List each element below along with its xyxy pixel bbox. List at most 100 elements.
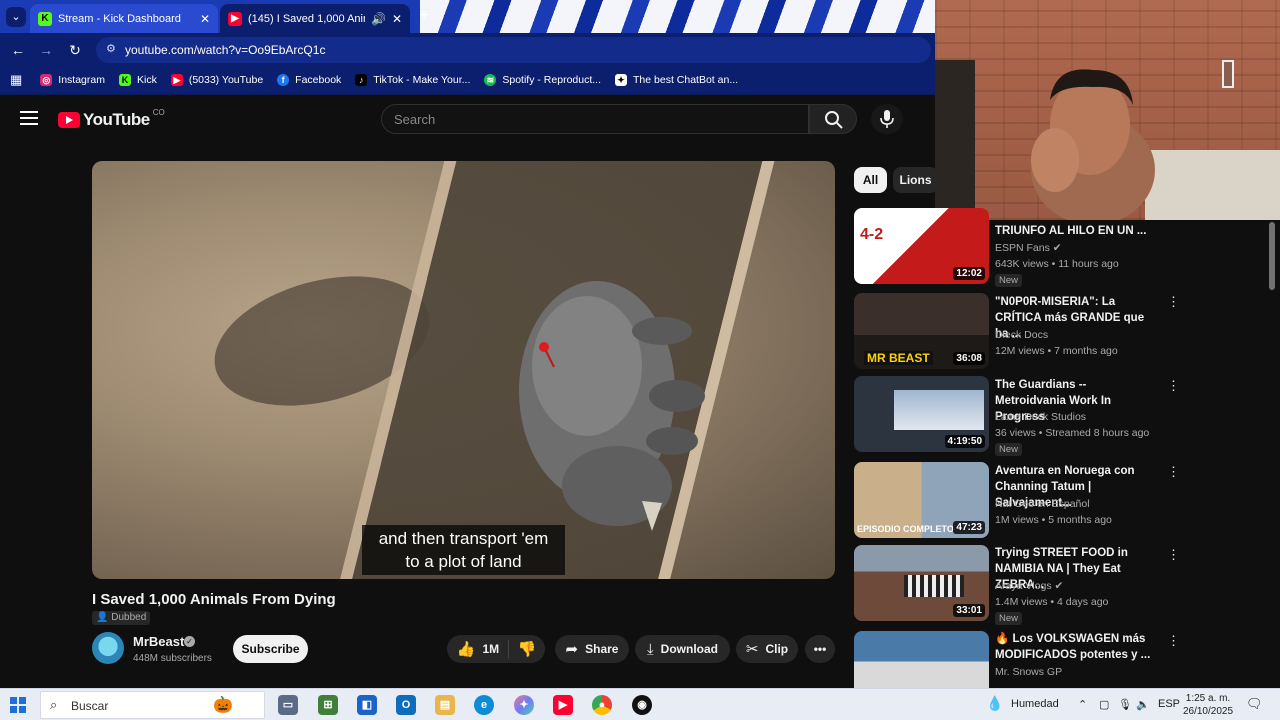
- recommendation-item[interactable]: MR BEAST 36:08 "N0P0R-MISERIA": La CRÍTI…: [854, 293, 1184, 369]
- video-duration: 47:23: [953, 521, 985, 534]
- bookmark-kick[interactable]: K Kick: [118, 73, 157, 86]
- outlook-icon[interactable]: O: [396, 695, 416, 715]
- store-icon[interactable]: ◧: [357, 695, 377, 715]
- windows-start-icon[interactable]: [10, 697, 26, 713]
- video-thumbnail[interactable]: 4-2 12:02: [854, 208, 989, 284]
- bookmark-chatbot[interactable]: ✦ The best ChatBot an...: [615, 73, 739, 86]
- chevron-up-icon[interactable]: ⌃: [1078, 698, 1087, 711]
- browser-tab-bar: ⌄ K Stream - Kick Dashboard ✕ ▶ (145) I …: [0, 0, 935, 33]
- video-thumbnail[interactable]: 33:01: [854, 545, 989, 621]
- bookmark-label: TikTok - Make Your...: [373, 73, 471, 86]
- tiktok-icon: ♪: [355, 73, 368, 86]
- tablet-icon[interactable]: ▢: [1099, 698, 1109, 711]
- subscriber-count: 448M subscribers: [133, 653, 212, 664]
- search-input[interactable]: Search: [381, 104, 809, 134]
- chrome-icon[interactable]: ●: [592, 695, 612, 715]
- kick-icon: K: [38, 11, 52, 26]
- bookmark-facebook[interactable]: f Facebook: [277, 73, 342, 86]
- bookmark-label: The best ChatBot an...: [633, 73, 739, 86]
- notification-icon[interactable]: 🗨: [1246, 696, 1263, 712]
- video-subtitle: and then transport 'em to a plot of land: [362, 525, 565, 575]
- rec-channel: Nat Geo en Español: [995, 498, 1090, 510]
- share-icon: ➦: [565, 641, 579, 658]
- widgets-icon[interactable]: ⊞: [318, 695, 338, 715]
- bookmark-youtube[interactable]: ▶ (5033) YouTube: [170, 73, 263, 86]
- recommendation-item[interactable]: 4:19:50 The Guardians -- Metroidvania Wo…: [854, 376, 1184, 456]
- new-tab-button[interactable]: +: [415, 7, 433, 25]
- clip-button[interactable]: ✂ Clip: [736, 635, 798, 663]
- dislike-button[interactable]: 👎: [509, 635, 545, 663]
- video-frame-rhino: [519, 281, 705, 531]
- bookmark-instagram[interactable]: ◎ Instagram: [40, 73, 105, 86]
- more-vertical-icon[interactable]: ⋮: [1167, 465, 1180, 478]
- microphone-icon[interactable]: 🎙: [1118, 698, 1132, 711]
- url-omnibox[interactable]: ⚙ youtube.com/watch?v=Oo9EbArcQ1c: [96, 37, 931, 63]
- bookmark-tiktok[interactable]: ♪ TikTok - Make Your...: [355, 73, 471, 86]
- video-thumbnail[interactable]: [854, 631, 989, 688]
- tab-close-icon[interactable]: ✕: [200, 12, 210, 26]
- tab-kick-dashboard[interactable]: K Stream - Kick Dashboard ✕: [30, 4, 218, 33]
- language-indicator[interactable]: ESP: [1158, 698, 1180, 710]
- system-clock[interactable]: 1:25 a. m. 26/10/2025: [1181, 692, 1235, 718]
- taskbar-search-input[interactable]: ⌕ Buscar 🎃: [40, 691, 265, 719]
- more-vertical-icon[interactable]: ⋮: [1167, 379, 1180, 392]
- copilot-icon[interactable]: ✦: [514, 695, 534, 715]
- bookmark-label: Facebook: [295, 73, 342, 86]
- chip-all[interactable]: All: [854, 167, 887, 193]
- speaker-icon[interactable]: 🔊: [371, 12, 386, 26]
- more-vertical-icon[interactable]: ⋮: [1167, 634, 1180, 647]
- sidebar-scrollbar[interactable]: [1268, 222, 1276, 688]
- video-thumbnail[interactable]: 4:19:50: [854, 376, 989, 452]
- back-arrow-icon[interactable]: ←: [9, 41, 27, 59]
- recommendation-item[interactable]: 🔥 Los VOLKSWAGEN más MODIFICADOS potente…: [854, 631, 1184, 688]
- rec-channel-name: ESPN Fans: [995, 242, 1050, 254]
- recommendation-item[interactable]: 4-2 12:02 TRIUNFO AL HILO EN UN ... ESPN…: [854, 208, 1184, 287]
- more-horizontal-icon: •••: [813, 642, 827, 656]
- channel-avatar[interactable]: [92, 632, 124, 664]
- site-info-icon[interactable]: ⚙: [106, 42, 116, 55]
- file-explorer-icon[interactable]: ▤: [435, 695, 455, 715]
- video-thumbnail[interactable]: EPISODIO COMPLETO 47:23: [854, 462, 989, 538]
- scrollbar-thumb[interactable]: [1269, 222, 1275, 290]
- more-vertical-icon[interactable]: ⋮: [1167, 548, 1180, 561]
- tab-search-button[interactable]: ⌄: [6, 7, 26, 27]
- like-button[interactable]: 👍 1M: [447, 635, 509, 663]
- task-view-icon[interactable]: ▭: [278, 695, 298, 715]
- weather-label[interactable]: Humedad: [1011, 698, 1059, 710]
- voice-search-button[interactable]: [871, 104, 903, 134]
- menu-icon[interactable]: [20, 111, 38, 125]
- thumbnail-screenshot: [894, 390, 984, 430]
- youtube-app-icon[interactable]: ▶: [553, 695, 573, 715]
- share-button[interactable]: ➦ Share: [555, 635, 629, 663]
- apps-grid-icon[interactable]: ▦: [10, 72, 22, 88]
- more-actions-button[interactable]: •••: [805, 635, 835, 663]
- volume-icon[interactable]: 🔈: [1136, 698, 1150, 711]
- video-duration: 36:08: [953, 352, 985, 365]
- video-player[interactable]: [92, 161, 835, 579]
- video-thumbnail[interactable]: MR BEAST 36:08: [854, 293, 989, 369]
- reload-icon[interactable]: ↻: [66, 41, 84, 59]
- facebook-icon: f: [277, 73, 290, 86]
- channel-name[interactable]: MrBeast: [133, 634, 184, 649]
- forward-arrow-icon[interactable]: →: [37, 41, 55, 59]
- chip-lions[interactable]: Lions: [893, 167, 938, 193]
- youtube-logo[interactable]: YouTube CO: [58, 108, 165, 130]
- recommendation-item[interactable]: EPISODIO COMPLETO 47:23 Aventura en Noru…: [854, 462, 1184, 538]
- download-button[interactable]: ⤓ Download: [635, 635, 730, 663]
- more-vertical-icon[interactable]: ⋮: [1167, 295, 1180, 308]
- bookmark-spotify[interactable]: ≋ Spotify - Reproduct...: [484, 73, 601, 86]
- obs-icon[interactable]: ◉: [632, 695, 652, 715]
- youtube-icon: ▶: [228, 11, 242, 26]
- rec-channel: Dieck Docs: [995, 329, 1049, 341]
- recommendation-item[interactable]: 33:01 Trying STREET FOOD in NAMIBIA NA |…: [854, 545, 1184, 625]
- instagram-icon: ◎: [40, 73, 53, 86]
- tab-close-icon[interactable]: ✕: [392, 12, 402, 26]
- verified-icon: ✔: [1054, 580, 1064, 592]
- subscribe-button[interactable]: Subscribe: [233, 635, 308, 663]
- search-button[interactable]: [809, 104, 857, 134]
- spotify-icon: ≋: [484, 73, 497, 86]
- edge-icon[interactable]: e: [474, 695, 494, 715]
- webcam-person: [1031, 69, 1155, 220]
- tab-youtube-video[interactable]: ▶ (145) I Saved 1,000 Animals 🔊 ✕: [220, 4, 410, 33]
- youtube-header: YouTube CO Search: [0, 96, 935, 144]
